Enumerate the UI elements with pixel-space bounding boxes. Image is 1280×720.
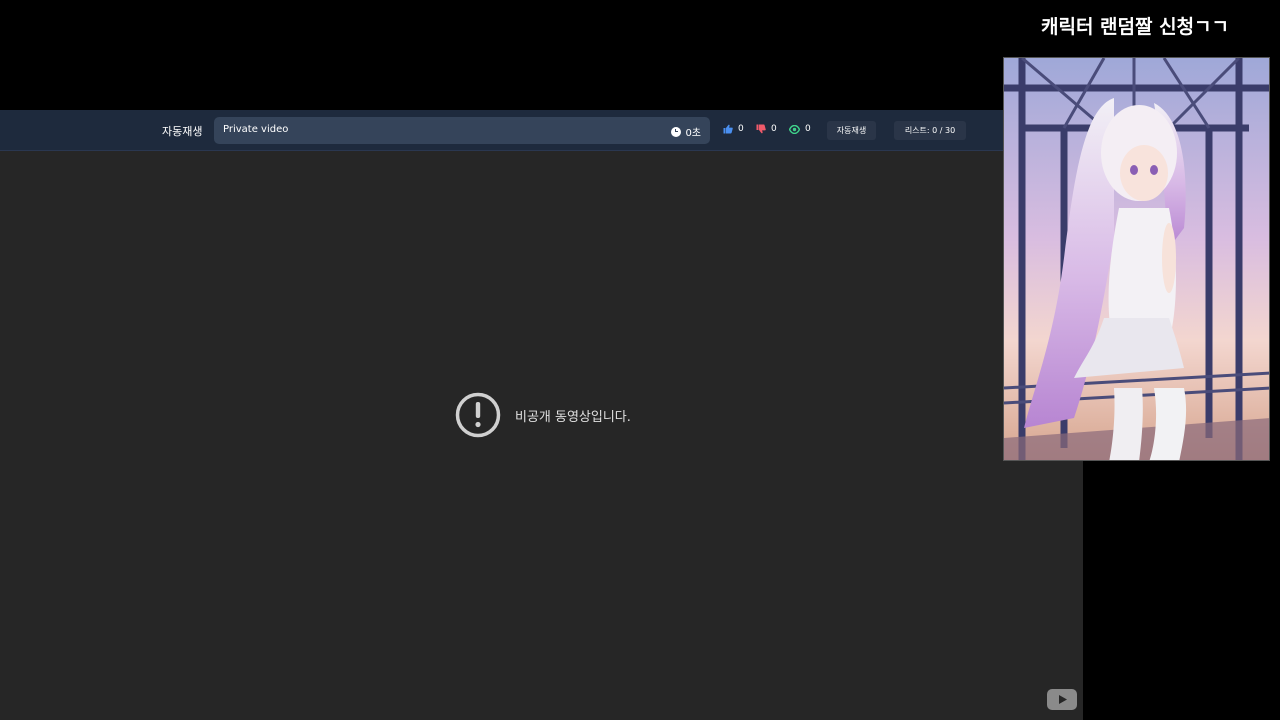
- timer-value: 0초: [685, 128, 701, 139]
- character-illustration: [1003, 57, 1270, 461]
- anime-character-image: [1004, 58, 1269, 460]
- player-toolbar: 자동재생 Private video 0초 0 0 0 자동재생 리스트: 0 …: [0, 110, 1003, 151]
- clock-icon: [671, 126, 682, 137]
- stream-overlay-title: 캐릭터 랜덤짤 신청ㄱㄱ: [1040, 16, 1230, 38]
- thumbs-up-icon: [723, 124, 733, 134]
- private-video-notice: 비공개 동영상입니다.: [455, 392, 631, 438]
- like-count[interactable]: 0: [723, 124, 744, 134]
- video-player[interactable]: 비공개 동영상입니다.: [0, 151, 1083, 720]
- timer: 0초: [671, 124, 701, 139]
- private-video-message: 비공개 동영상입니다.: [515, 409, 631, 425]
- thumbs-down-icon: [756, 124, 766, 134]
- youtube-logo-icon[interactable]: [1047, 689, 1077, 710]
- video-title: Private video: [223, 124, 289, 135]
- autoplay-label: 자동재생: [162, 125, 203, 138]
- like-count-value: 0: [738, 124, 744, 134]
- eye-icon: [789, 124, 800, 134]
- playlist-count-button[interactable]: 리스트: 0 / 30: [894, 121, 966, 140]
- dislike-count-value: 0: [771, 124, 777, 134]
- view-count: 0: [789, 124, 811, 134]
- view-count-value: 0: [805, 124, 811, 134]
- video-title-bar: Private video 0초: [214, 117, 710, 144]
- exclamation-circle-icon: [455, 392, 501, 438]
- dislike-count[interactable]: 0: [756, 124, 777, 134]
- autoplay-button[interactable]: 자동재생: [827, 121, 876, 140]
